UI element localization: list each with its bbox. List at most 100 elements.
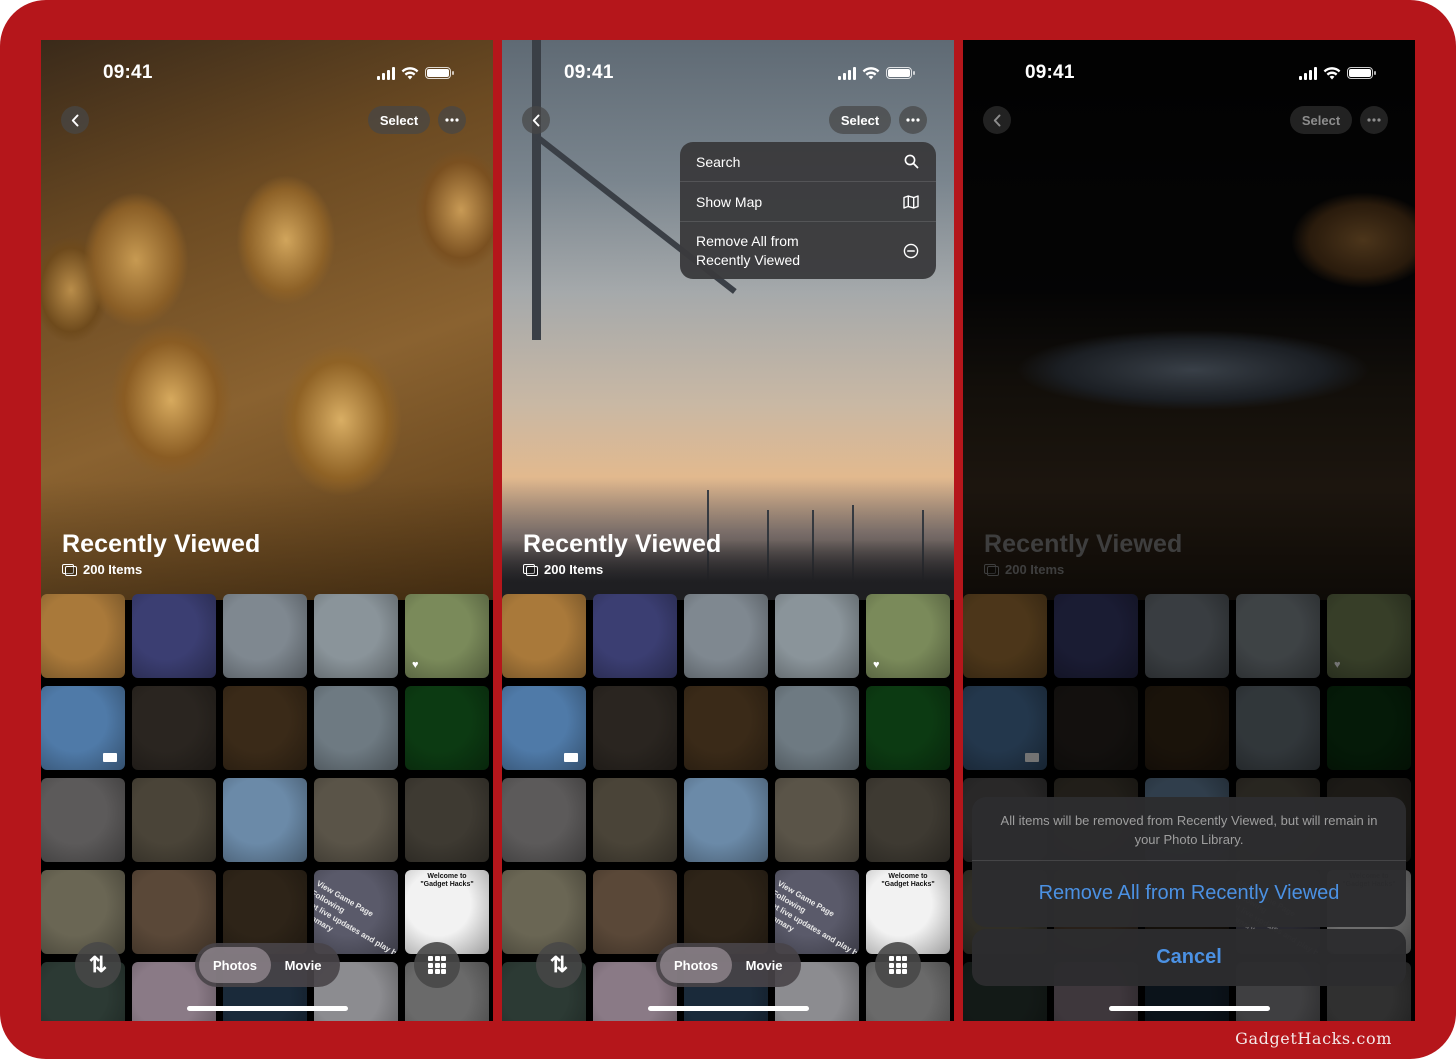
photo-thumbnail[interactable]	[223, 594, 307, 678]
photo-thumbnail[interactable]	[775, 778, 859, 862]
thumbnail-text: Welcome to "Gadget Hacks"	[881, 873, 935, 888]
photo-thumbnail[interactable]	[314, 594, 398, 678]
grid-icon	[428, 956, 446, 974]
cellular-signal-icon	[838, 66, 856, 80]
photo-thumbnail[interactable]	[314, 686, 398, 770]
status-bar: 09:41	[502, 62, 954, 86]
photo-thumbnail[interactable]	[41, 686, 125, 770]
back-button[interactable]	[61, 106, 89, 134]
cellular-signal-icon	[377, 66, 395, 80]
sort-button[interactable]: ⇅	[75, 942, 121, 988]
view-mode-segmented-control: Photos Movie	[195, 943, 340, 987]
view-mode-segmented-control: Photos Movie	[656, 943, 801, 987]
photo-thumbnail[interactable]	[41, 778, 125, 862]
menu-item-label: Show Map	[696, 193, 763, 210]
sort-button[interactable]: ⇅	[536, 942, 582, 988]
photo-thumbnail[interactable]	[684, 594, 768, 678]
sort-arrows-icon: ⇅	[549, 952, 569, 977]
grid-layout-button[interactable]	[875, 942, 921, 988]
more-button	[1360, 106, 1388, 134]
photo-thumbnail[interactable]	[502, 686, 586, 770]
photo-thumbnail[interactable]	[684, 778, 768, 862]
home-indicator	[648, 1006, 809, 1011]
phone-screen-album: 09:41 Select Recently Viewed 200 Items ♥…	[41, 40, 493, 1021]
battery-icon	[425, 67, 454, 79]
grid-layout-button[interactable]	[414, 942, 460, 988]
menu-item-label-line1: Remove All from	[696, 233, 799, 249]
chevron-left-icon	[993, 114, 1001, 126]
grid-icon	[889, 956, 907, 974]
action-sheet-message: All items will be removed from Recently …	[972, 797, 1406, 861]
photo-thumbnail[interactable]	[41, 594, 125, 678]
ellipsis-icon	[1367, 118, 1381, 122]
photo-thumbnail[interactable]	[775, 686, 859, 770]
ellipsis-icon	[445, 118, 459, 122]
photo-thumbnail[interactable]	[223, 686, 307, 770]
photo-thumbnail[interactable]	[132, 778, 216, 862]
photo-thumbnail[interactable]	[775, 594, 859, 678]
remove-all-button[interactable]: Remove All from Recently Viewed	[972, 861, 1406, 926]
panorama-badge-icon	[564, 753, 578, 762]
back-button[interactable]	[522, 106, 550, 134]
favorite-heart-icon: ♥	[412, 659, 419, 671]
minus-circle-icon	[902, 242, 920, 260]
more-button[interactable]	[899, 106, 927, 134]
item-count: 200 Items	[83, 562, 143, 577]
menu-item-remove-all[interactable]: Remove All from Recently Viewed	[680, 222, 936, 279]
status-time: 09:41	[564, 62, 614, 83]
photo-stack-icon	[523, 563, 538, 576]
cellular-signal-icon	[1299, 66, 1317, 80]
photo-thumbnail[interactable]	[132, 594, 216, 678]
photo-thumbnail[interactable]	[684, 686, 768, 770]
photo-thumbnail[interactable]	[502, 594, 586, 678]
chevron-left-icon	[71, 114, 79, 126]
bottom-toolbar: ⇅ Photos Movie	[41, 940, 493, 990]
more-options-menu: Search Show Map Remove All from Recently…	[680, 142, 936, 279]
album-header: Recently Viewed 200 Items	[62, 530, 260, 577]
watermark: GadgetHacks.com	[1235, 1029, 1392, 1048]
segment-photos[interactable]: Photos	[199, 947, 271, 983]
chevron-left-icon	[532, 114, 540, 126]
status-bar: 09:41	[41, 62, 493, 86]
menu-item-search[interactable]: Search	[680, 142, 936, 182]
photo-thumbnail[interactable]	[593, 778, 677, 862]
photo-stack-icon	[62, 563, 77, 576]
photo-thumbnail[interactable]	[502, 778, 586, 862]
photo-thumbnail[interactable]	[866, 686, 950, 770]
bottom-toolbar: ⇅ Photos Movie	[502, 940, 954, 990]
select-button[interactable]: Select	[368, 106, 430, 134]
photo-thumbnail[interactable]	[405, 778, 489, 862]
phone-screen-action-sheet: Recently Viewed 200 Items ♥View Game Pag…	[963, 40, 1415, 1021]
select-button[interactable]: Select	[829, 106, 891, 134]
menu-item-show-map[interactable]: Show Map	[680, 182, 936, 222]
select-button: Select	[1290, 106, 1352, 134]
photo-thumbnail[interactable]: ♥	[405, 594, 489, 678]
photo-thumbnail[interactable]: ♥	[866, 594, 950, 678]
segment-photos[interactable]: Photos	[660, 947, 732, 983]
status-bar: 09:41	[963, 62, 1415, 86]
back-button	[983, 106, 1011, 134]
cancel-button[interactable]: Cancel	[972, 929, 1406, 986]
panorama-badge-icon	[103, 753, 117, 762]
photo-thumbnail[interactable]	[405, 686, 489, 770]
home-indicator	[1109, 1006, 1270, 1011]
action-sheet: All items will be removed from Recently …	[972, 797, 1406, 927]
photo-thumbnail[interactable]	[223, 778, 307, 862]
wifi-icon	[401, 66, 419, 79]
segment-movie[interactable]: Movie	[271, 947, 335, 983]
photo-thumbnail[interactable]	[593, 594, 677, 678]
ellipsis-icon	[906, 118, 920, 122]
segment-movie[interactable]: Movie	[732, 947, 796, 983]
photo-thumbnail[interactable]	[314, 778, 398, 862]
photo-thumbnail[interactable]	[132, 686, 216, 770]
battery-icon	[1347, 67, 1376, 79]
wifi-icon	[862, 66, 880, 79]
map-icon	[902, 193, 920, 211]
battery-icon	[886, 67, 915, 79]
photo-thumbnail[interactable]	[866, 778, 950, 862]
thumbnail-text: Welcome to "Gadget Hacks"	[420, 873, 474, 888]
menu-item-label-line2: Recently Viewed	[696, 252, 801, 268]
more-button[interactable]	[438, 106, 466, 134]
sort-arrows-icon: ⇅	[88, 952, 108, 977]
photo-thumbnail[interactable]	[593, 686, 677, 770]
